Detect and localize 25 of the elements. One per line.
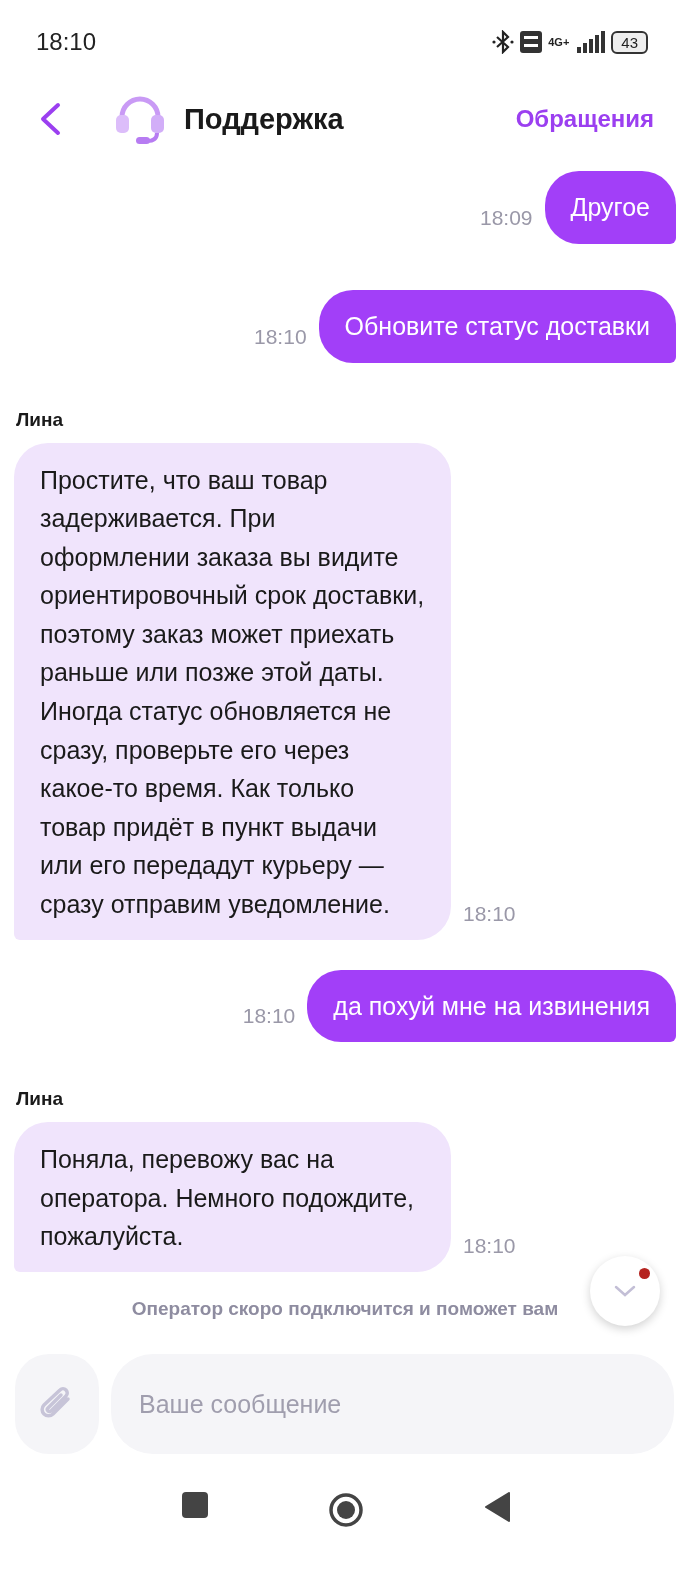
message-time: 18:10: [463, 1234, 516, 1259]
message-time: 18:10: [463, 901, 516, 927]
status-time: 18:10: [36, 28, 97, 56]
chevron-down-icon: [614, 1285, 636, 1297]
message-input[interactable]: Ваше сообщение: [111, 1354, 674, 1454]
requests-link[interactable]: Обращения: [515, 105, 654, 133]
outgoing-message: Другое: [544, 171, 676, 244]
incoming-message: Поняла, перевожу вас на оператора. Немного подождите, пожалуйста.: [14, 1122, 451, 1272]
network-label: 4G+: [548, 36, 570, 48]
battery-indicator: 43: [611, 30, 648, 54]
bluetooth-icon: [492, 30, 515, 54]
signal-icon: [575, 31, 606, 53]
message-time: 18:10: [254, 324, 307, 350]
sender-name: Лина: [16, 408, 65, 431]
outgoing-message: да похуй мне на извинения: [307, 969, 676, 1043]
back-icon[interactable]: [38, 102, 62, 136]
sender-name: Лина: [16, 1088, 65, 1111]
system-notice: Оператор скоро подключится и поможет вам: [130, 1298, 560, 1320]
back-nav-icon[interactable]: [484, 1492, 510, 1522]
message-time: 18:09: [480, 205, 533, 231]
outgoing-message: Обновите статус доставки: [318, 289, 676, 363]
home-icon[interactable]: [328, 1492, 364, 1528]
message-time: 18:10: [242, 1004, 296, 1030]
chat-title: Поддержка: [184, 102, 345, 136]
incoming-message: Простите, что ваш товар задерживается. При оформлении заказа вы видите ориентировочный срок доставки, поэтому заказ может приехать раньше или позже этой даты. Иногда статус обновляется не сразу, проверьте его через какое-то время. Как только товар придёт в пункт выдачи или его передадут курьеру — сразу отправим уведомление.: [14, 442, 451, 940]
